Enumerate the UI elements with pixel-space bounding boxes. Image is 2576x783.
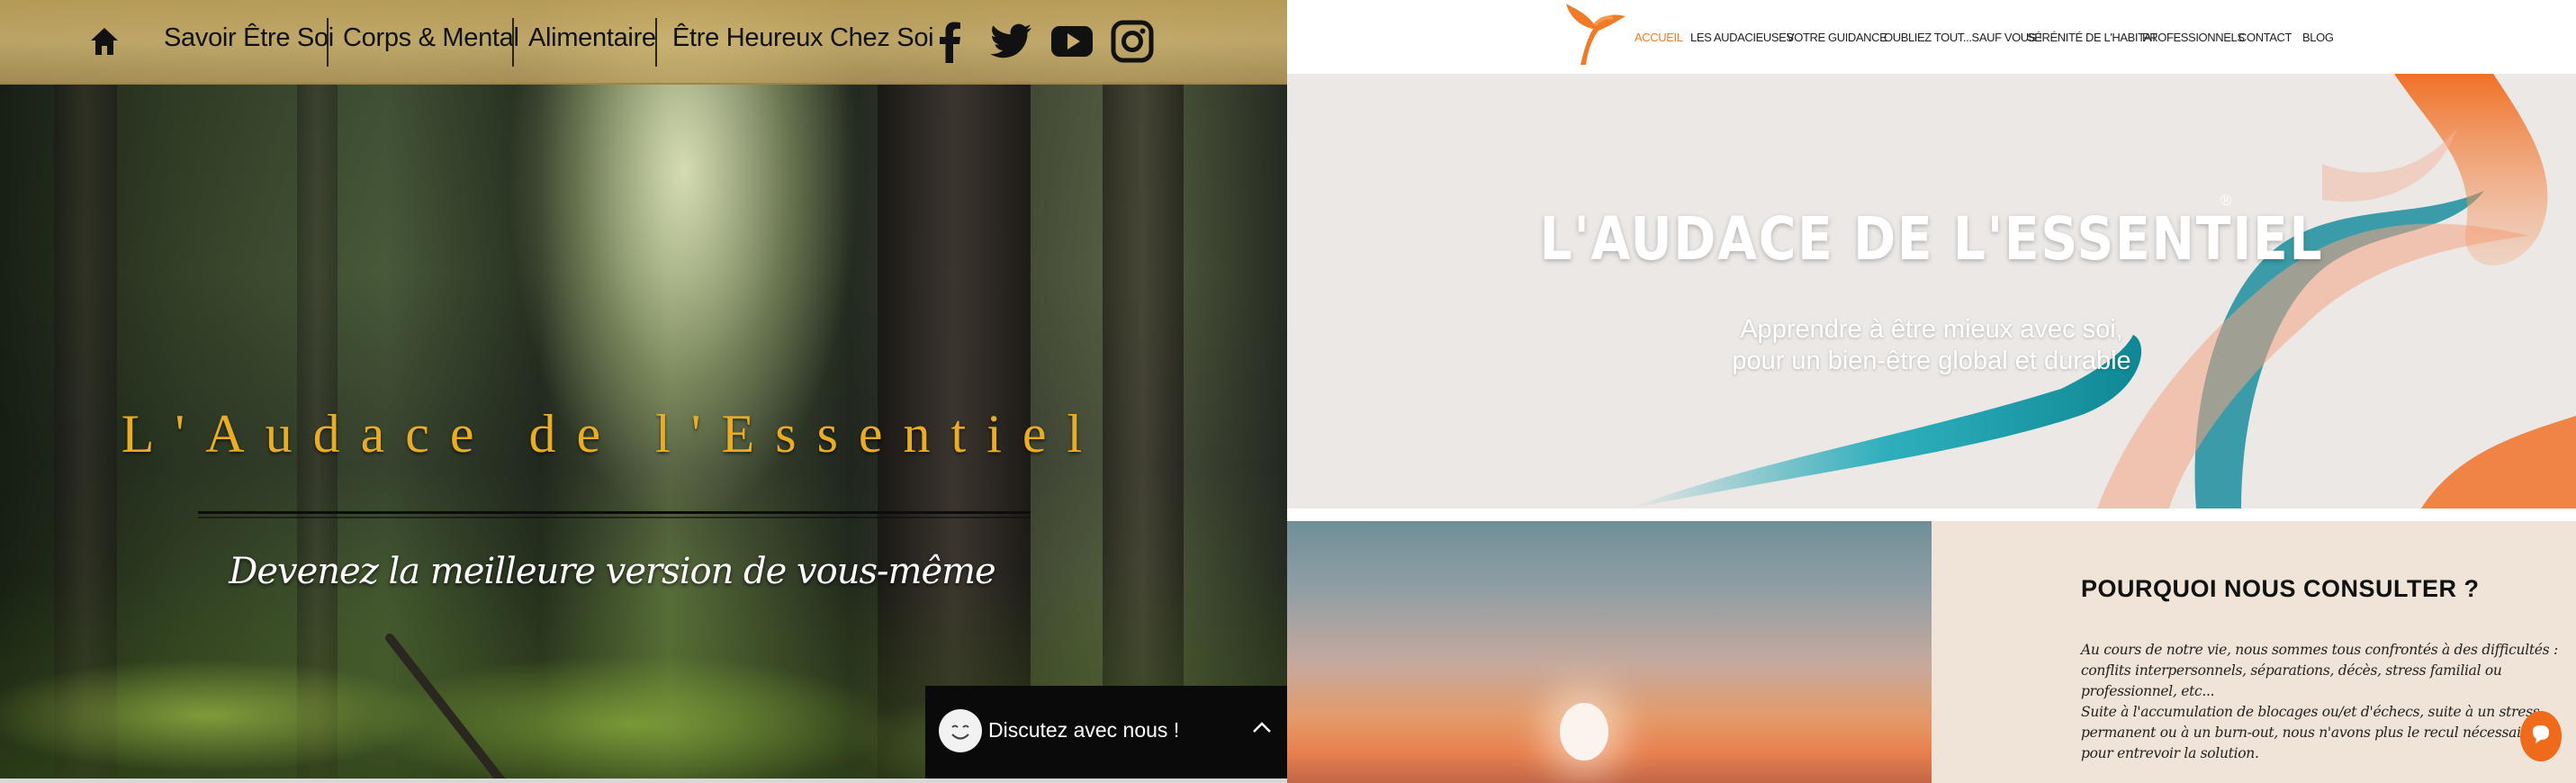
chat-bubble-icon[interactable]	[2520, 711, 2562, 761]
top-nav: Savoir Être Soi Corps & Mental Alimentai…	[0, 0, 1287, 85]
nav-item-etre-heureux-chez-soi[interactable]: Être Heureux Chez Soi	[672, 23, 934, 53]
left-page: Savoir Être Soi Corps & Mental Alimentai…	[0, 0, 1287, 778]
hero-subtitle-line-2: pour un bien-être global et durable	[1732, 346, 2131, 375]
twitter-icon[interactable]	[988, 18, 1035, 65]
section-title: POURQUOI NOUS CONSULTER ?	[2081, 575, 2480, 602]
smiley-icon	[939, 709, 982, 752]
youtube-icon[interactable]	[1049, 18, 1095, 65]
ink-swirl-decoration	[1629, 74, 2576, 508]
nav-divider	[327, 18, 329, 67]
hero-title: L'AUDACE DE L'ESSENTIEL	[1539, 204, 2324, 274]
chevron-up-icon[interactable]	[1251, 720, 1273, 734]
nav-item-les-audacieuses[interactable]: LES AUDACIEUSES	[1690, 31, 1794, 44]
why-text-line: permanent ou à un burn-out, nous n'avons…	[2081, 724, 2535, 741]
logo-icon[interactable]	[1554, 0, 1635, 68]
hero-title: L'Audace de l'Essentiel	[121, 404, 1103, 464]
nav-item-alimentaire[interactable]: Alimentaire	[528, 23, 656, 53]
hero-subtitle: Devenez la meilleure version de vous-mêm…	[229, 551, 995, 592]
sunset-image	[1287, 521, 1932, 783]
browser-strip	[0, 778, 1287, 783]
top-nav: ACCUEIL LES AUDACIEUSES VOTRE GUIDANCE O…	[1287, 0, 2576, 74]
why-consult-section: POURQUOI NOUS CONSULTER ? Au cours de no…	[1932, 521, 2576, 783]
nav-divider	[512, 18, 514, 67]
hero-divider	[198, 511, 1031, 514]
nav-divider	[655, 18, 657, 67]
home-icon[interactable]	[88, 25, 121, 58]
nav-item-votre-guidance[interactable]: VOTRE GUIDANCE	[1787, 31, 1887, 44]
chat-label: Discutez avec nous !	[988, 718, 1180, 742]
chat-widget[interactable]: Discutez avec nous !	[925, 686, 1287, 778]
why-text-line: Au cours de notre vie, nous sommes tous …	[2081, 642, 2558, 658]
hero-subtitle-line-1: Apprendre à être mieux avec soi,	[1740, 315, 2123, 344]
hero-banner: L'AUDACE DE L'ESSENTIEL ® Apprendre à êt…	[1287, 74, 2576, 508]
why-text-line: professionnel, etc...	[2081, 683, 2215, 699]
right-page: ACCUEIL LES AUDACIEUSES VOTRE GUIDANCE O…	[1287, 0, 2576, 783]
nav-item-professionnels[interactable]: PROFESSIONNELS	[2142, 31, 2245, 44]
hero-divider	[198, 517, 1031, 518]
nav-item-contact[interactable]: CONTACT	[2238, 31, 2292, 44]
nav-item-serenite-habitat[interactable]: SÉRÉNITÉ DE L'HABITAT	[2027, 31, 2157, 44]
nav-item-oubliez-tout[interactable]: OUBLIEZ TOUT...SAUF VOUS !	[1884, 31, 2042, 44]
instagram-icon[interactable]	[1109, 18, 1156, 65]
sun	[1560, 703, 1608, 760]
section-gap	[1287, 508, 2576, 521]
nav-item-accueil[interactable]: ACCUEIL	[1635, 31, 1683, 44]
why-text-line: pour entrevoir la solution.	[2081, 745, 2259, 761]
why-text-line: conflits interpersonnels, séparations, d…	[2081, 662, 2502, 679]
why-text-line: Suite à l'accumulation de blocages ou/et…	[2081, 704, 2540, 720]
registered-mark: ®	[2220, 192, 2232, 209]
nav-item-corps-mental[interactable]: Corps & Mental	[343, 23, 519, 53]
nav-item-savoir-etre-soi[interactable]: Savoir Être Soi	[164, 23, 334, 53]
nav-item-blog[interactable]: BLOG	[2302, 31, 2334, 44]
facebook-icon[interactable]	[927, 18, 974, 65]
